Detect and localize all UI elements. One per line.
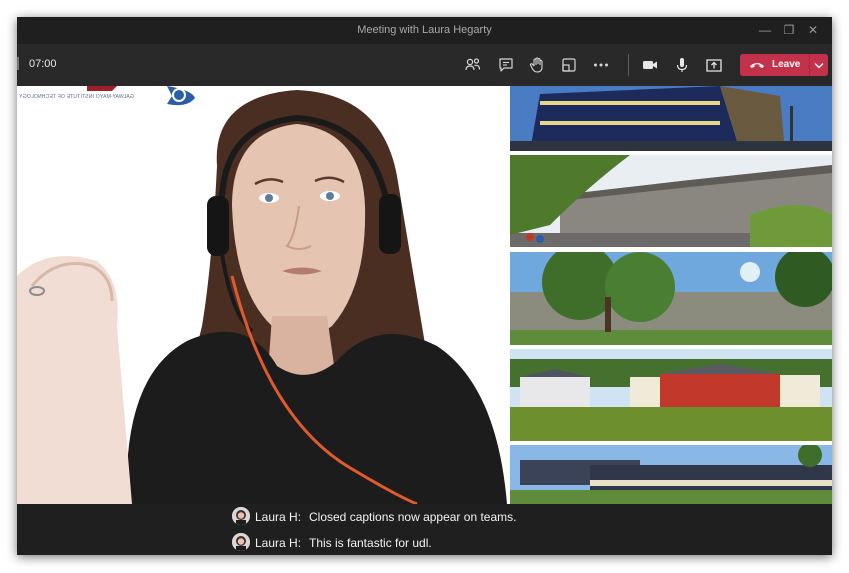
close-button[interactable]: ✕ (801, 21, 825, 39)
teams-meeting-window: Meeting with Laura Hegarty — ❐ ✕ 07:00 L… (17, 17, 832, 555)
microphone-button[interactable] (671, 54, 693, 76)
leave-button[interactable]: Leave (740, 54, 828, 76)
chevron-down-icon (814, 63, 824, 69)
video-stage: GALWAY-MAYO INSTITUTE OF TECHNOLOGY (17, 86, 832, 504)
raise-hand-icon (529, 57, 543, 73)
speaker-avatar (232, 533, 250, 551)
campus-photo-strip (510, 86, 832, 504)
share-screen-button[interactable] (703, 54, 725, 76)
caption-text: This is fantastic for udl. (309, 536, 432, 550)
participant-video-frame (17, 86, 507, 504)
chat-icon (499, 58, 513, 72)
more-options-icon (594, 63, 608, 67)
live-captions-panel: Laura H: Closed captions now appear on t… (17, 504, 832, 555)
phone-icon (750, 63, 764, 68)
microphone-icon (676, 58, 688, 72)
restore-button[interactable]: ❐ (777, 21, 801, 39)
window-title: Meeting with Laura Hegarty (357, 24, 492, 36)
camera-button[interactable] (639, 54, 661, 76)
minimize-button[interactable]: — (753, 21, 777, 39)
more-options-button[interactable] (590, 54, 612, 76)
leave-label: Leave (772, 59, 801, 70)
logo-text: GALWAY-MAYO INSTITUTE OF TECHNOLOGY (19, 94, 134, 100)
caption-speaker: Laura H: (255, 510, 302, 524)
participants-icon (465, 58, 481, 71)
avatar-image (232, 507, 250, 525)
leave-main-action[interactable]: Leave (740, 54, 809, 76)
camera-icon (643, 61, 657, 69)
tree-and-building-image (510, 252, 832, 345)
campus-photo-1 (510, 86, 832, 151)
campus-photo-2 (510, 155, 832, 247)
share-screen-icon (706, 59, 722, 72)
campus-photo-3 (510, 252, 832, 345)
leave-options-button[interactable] (810, 54, 828, 76)
modern-campus-image (510, 445, 832, 504)
stone-building-image (510, 155, 832, 247)
title-bar: Meeting with Laura Hegarty — ❐ ✕ (17, 17, 832, 44)
modern-building-image (510, 86, 832, 151)
meeting-toolbar: 07:00 Leave (17, 44, 832, 86)
raise-hand-button[interactable] (526, 54, 548, 76)
avatar-image (232, 533, 250, 551)
timer-marker (17, 57, 19, 70)
chat-button[interactable] (495, 54, 517, 76)
caption-speaker: Laura H: (255, 536, 302, 550)
participants-button[interactable] (462, 54, 484, 76)
campus-photo-4 (510, 349, 832, 441)
participant-video: GALWAY-MAYO INSTITUTE OF TECHNOLOGY (17, 86, 507, 504)
toolbar-divider (628, 54, 629, 76)
speaker-avatar (232, 507, 250, 525)
meeting-timer: 07:00 (29, 58, 57, 70)
caption-text: Closed captions now appear on teams. (309, 510, 517, 524)
campus-photo-5 (510, 445, 832, 504)
red-house-image (510, 349, 832, 441)
institution-logo: GALWAY-MAYO INSTITUTE OF TECHNOLOGY (17, 86, 202, 108)
share-tray-button[interactable] (558, 54, 580, 76)
share-tray-icon (562, 58, 576, 72)
